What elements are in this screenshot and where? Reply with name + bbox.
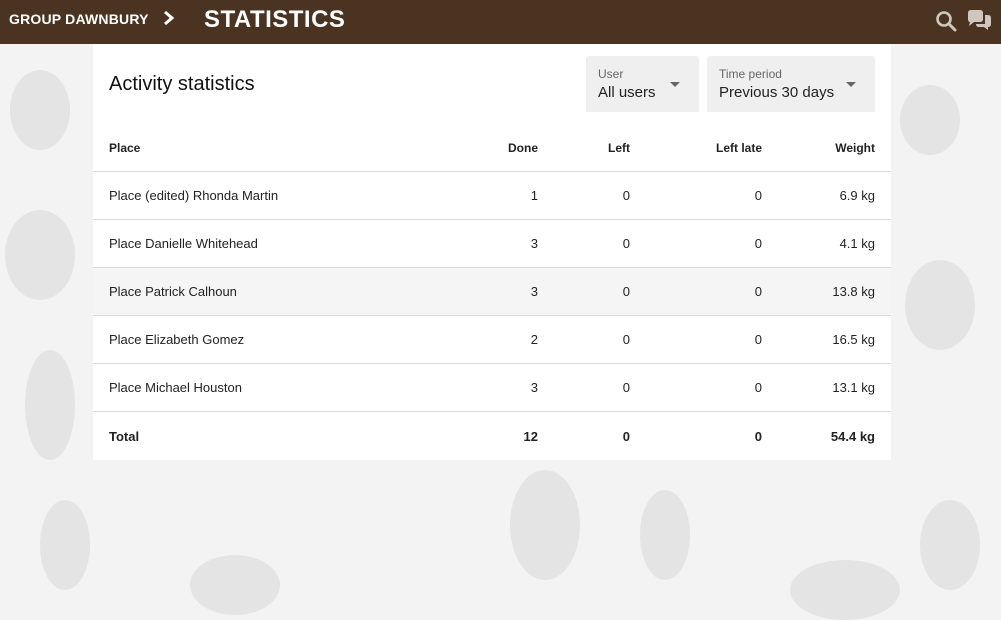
page-title: STATISTICS: [204, 6, 346, 33]
done-cell: 2: [439, 315, 538, 364]
left-cell: 0: [538, 171, 630, 220]
background-decoration: [790, 560, 900, 620]
place-cell: Place Michael Houston: [93, 363, 439, 412]
column-header-done[interactable]: Done: [439, 124, 538, 172]
table-row: Place Elizabeth Gomez 2 0 0 16.5 kg: [93, 315, 891, 364]
done-cell: 3: [439, 267, 538, 316]
place-cell: Place (edited) Rhonda Martin: [93, 171, 439, 220]
total-label: Total: [109, 428, 140, 444]
statistics-table: Place Done Left Left late Weight Place (…: [93, 124, 891, 460]
weight-cell: 13.1 kg: [762, 363, 891, 412]
search-icon[interactable]: [934, 9, 958, 33]
place-cell: Place Elizabeth Gomez: [93, 315, 439, 364]
total-weight: 54.4 kg: [830, 428, 875, 444]
left-late-cell: 0: [630, 171, 762, 220]
background-decoration: [905, 260, 975, 350]
chevron-right-icon: [162, 9, 176, 27]
user-select-label: User: [598, 67, 624, 81]
background-decoration: [10, 70, 70, 150]
place-cell: Place Patrick Calhoun: [93, 267, 439, 316]
total-left-late: 0: [754, 428, 762, 444]
left-late-cell: 0: [630, 363, 762, 412]
left-late-cell: 0: [630, 315, 762, 364]
group-name-link[interactable]: GROUP DAWNBURY: [9, 11, 149, 27]
total-done: 12: [523, 428, 538, 444]
left-late-cell: 0: [630, 219, 762, 268]
background-decoration: [510, 470, 580, 580]
done-cell: 3: [439, 219, 538, 268]
weight-cell: 4.1 kg: [762, 219, 891, 268]
done-cell: 3: [439, 363, 538, 412]
table-header-row: Place Done Left Left late Weight: [93, 124, 891, 172]
card-title: Activity statistics: [109, 73, 255, 95]
caret-down-icon: [846, 82, 856, 87]
table-row: Place Patrick Calhoun 3 0 0 13.8 kg: [93, 267, 891, 316]
table-row: Place (edited) Rhonda Martin 1 0 0 6.9 k…: [93, 171, 891, 220]
background-decoration: [920, 500, 980, 590]
column-header-weight[interactable]: Weight: [762, 124, 891, 172]
table-row: Place Danielle Whitehead 3 0 0 4.1 kg: [93, 219, 891, 268]
caret-down-icon: [670, 82, 680, 87]
user-select[interactable]: User All users: [586, 56, 699, 112]
done-cell: 1: [439, 171, 538, 220]
weight-cell: 16.5 kg: [762, 315, 891, 364]
background-decoration: [190, 555, 280, 615]
column-header-place[interactable]: Place: [93, 124, 439, 172]
user-select-value: All users: [598, 84, 656, 101]
top-bar: GROUP DAWNBURY STATISTICS: [0, 0, 1001, 44]
weight-cell: 13.8 kg: [762, 267, 891, 316]
time-period-select[interactable]: Time period Previous 30 days: [707, 56, 875, 112]
left-cell: 0: [538, 363, 630, 412]
left-cell: 0: [538, 315, 630, 364]
background-decoration: [25, 350, 75, 460]
column-header-left[interactable]: Left: [538, 124, 630, 172]
time-period-select-value: Previous 30 days: [719, 84, 835, 101]
chat-icon[interactable]: [966, 9, 991, 33]
column-header-left-late[interactable]: Left late: [630, 124, 762, 172]
left-cell: 0: [538, 267, 630, 316]
table-row: Place Michael Houston 3 0 0 13.1 kg: [93, 363, 891, 412]
background-decoration: [900, 85, 960, 155]
background-decoration: [640, 490, 690, 580]
total-left: 0: [622, 428, 630, 444]
left-cell: 0: [538, 219, 630, 268]
left-late-cell: 0: [630, 267, 762, 316]
place-cell: Place Danielle Whitehead: [93, 219, 439, 268]
weight-cell: 6.9 kg: [762, 171, 891, 220]
background-decoration: [5, 210, 75, 300]
background-decoration: [40, 500, 90, 590]
statistics-card: Activity statistics User All users Time …: [93, 44, 891, 460]
total-row: Total 12 0 0 54.4 kg: [93, 412, 891, 461]
time-period-select-label: Time period: [719, 67, 782, 81]
